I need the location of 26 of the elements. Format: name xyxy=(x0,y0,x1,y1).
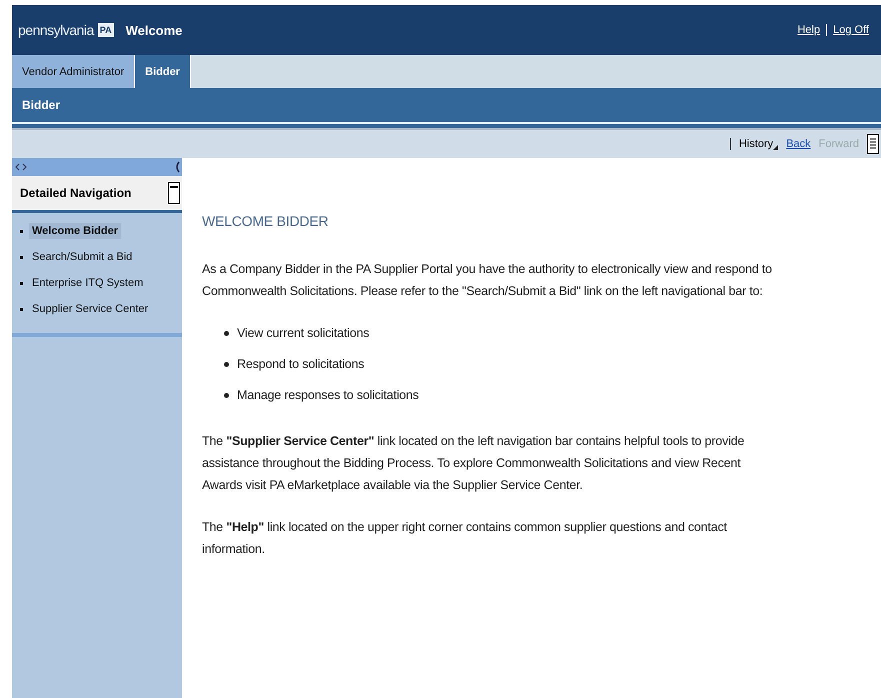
dropdown-icon[interactable] xyxy=(773,145,778,150)
collapse-icon[interactable] xyxy=(175,161,180,173)
bullet-item: View current solicitations xyxy=(237,325,370,342)
navigation-item[interactable]: Enterprise ITQ System xyxy=(20,275,182,291)
menu-icon[interactable] xyxy=(867,134,879,154)
history-menu[interactable]: History xyxy=(738,138,774,150)
nav-link[interactable]: Back xyxy=(786,138,811,150)
content-heading: WELCOME BIDDER xyxy=(202,212,330,231)
section-title: Bidder xyxy=(12,88,881,124)
bullet-item: Manage responses to solicitations xyxy=(237,387,419,404)
logo-badge: PA xyxy=(98,23,114,37)
tab[interactable]: Vendor Administrator xyxy=(12,55,136,88)
scroll-arrows-icon[interactable] xyxy=(14,161,28,173)
page-title: Welcome xyxy=(126,22,182,38)
navigation-item[interactable]: Search/Submit a Bid xyxy=(20,249,182,265)
tab[interactable]: Bidder xyxy=(135,55,191,88)
intro-paragraph: As a Company Bidder in the PA Supplier Portal you have the authority to electronically view and respond to Commonwealth Solicitations. Please refer to the "Search/Submit a Bid" link on the left navigational bar to: xyxy=(202,261,772,300)
minimize-icon[interactable] xyxy=(168,182,180,204)
navigation-title: Detailed Navigation xyxy=(20,186,132,200)
header-link[interactable]: Log Off xyxy=(833,24,869,36)
info-paragraph: The "Help" link located on the upper right corner contains common supplier questions and contact information. xyxy=(202,519,728,558)
navigation-item[interactable]: Supplier Service Center xyxy=(20,301,182,317)
bullet-item: Respond to solicitations xyxy=(237,356,364,373)
state-logo: pennsylvania xyxy=(18,22,94,38)
info-paragraph: The "Supplier Service Center" link located on the left navigation bar contains helpful tools to provide assistance throughout the Bidding Process. To explore Commonwealth Solicitations and view Recent Awards visit PA eMarketplace available via the Supplier Service Center. xyxy=(202,433,746,494)
header-link[interactable]: Help xyxy=(797,24,820,36)
